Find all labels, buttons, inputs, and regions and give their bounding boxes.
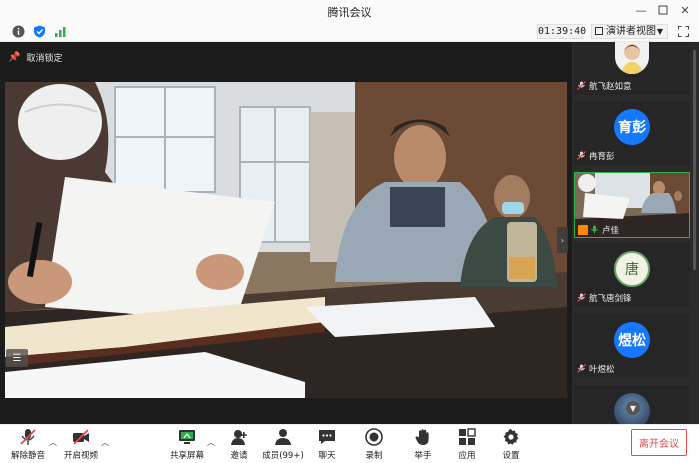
raise-hand-button[interactable]: 举手 (401, 428, 445, 461)
participant-avatar-photo (615, 42, 649, 74)
share-screen-button[interactable]: 共享屏幕 (165, 428, 209, 461)
apps-grid-icon (458, 428, 476, 446)
mic-muted-icon (577, 81, 586, 90)
close-icon[interactable]: ✕ (677, 2, 693, 18)
hand-icon (414, 428, 432, 446)
host-badge-icon (578, 224, 588, 235)
meeting-toolbar: 解除静音 ︿ 开启视频 ︿ 共享屏幕 ︿ 邀请 成员(99+) 聊天 录制 举手… (0, 424, 699, 463)
scroll-down-icon[interactable]: ▼ (626, 401, 640, 415)
participant-name: 卢佳 (602, 225, 620, 236)
participant-name: 航飞唐剑锋 (589, 293, 632, 304)
share-options-chevron-icon[interactable]: ︿ (207, 437, 215, 448)
minimize-icon[interactable]: — (633, 2, 649, 18)
participant-tile[interactable]: 唐 航飞唐剑锋 (574, 243, 690, 307)
meeting-room-video-frame (5, 82, 567, 398)
mic-muted-icon (577, 151, 586, 160)
participant-tile[interactable]: 育彭 冉育彭 (574, 101, 690, 165)
participant-tile-active[interactable]: 卢佳 (574, 172, 690, 238)
participant-name-bar: 卢佳 (578, 223, 619, 236)
leave-meeting-button[interactable]: 离开会议 (631, 429, 687, 456)
start-video-label: 开启视频 (63, 451, 98, 461)
view-mode-select[interactable]: 演讲者视图 ▼ (591, 24, 668, 39)
participant-list-toggle-button[interactable]: ☰ (6, 349, 28, 367)
unmute-label: 解除静音 (10, 451, 45, 461)
members-icon (274, 428, 292, 446)
share-screen-label: 共享屏幕 (169, 451, 204, 461)
start-video-button[interactable]: 开启视频 (59, 428, 103, 461)
meeting-timer: 01:39:40 (537, 24, 587, 39)
signal-strength-icon[interactable] (54, 25, 67, 38)
participant-name: 冉育彭 (589, 151, 615, 162)
mic-muted-icon (577, 364, 586, 373)
title-bar: 腾讯会议 — ✕ (0, 0, 699, 21)
scrollbar-thumb[interactable] (693, 50, 696, 270)
mic-speaking-icon (591, 225, 598, 234)
collapse-panel-icon[interactable]: › (557, 227, 568, 253)
video-options-chevron-icon[interactable]: ︿ (101, 437, 109, 448)
record-icon (365, 428, 383, 446)
unlock-pin-button[interactable]: 📌 取消锁定 (8, 49, 62, 65)
participant-name: 叶煜松 (589, 364, 615, 375)
mic-muted-icon (19, 428, 37, 446)
participant-avatar: 育彭 (614, 109, 650, 145)
window-title: 腾讯会议 (327, 6, 372, 19)
participant-panel-scrollbar[interactable] (692, 42, 697, 424)
maximize-icon[interactable] (655, 2, 671, 18)
raise-hand-label: 举手 (414, 451, 432, 461)
add-user-icon (230, 428, 248, 446)
invite-label: 邀请 (230, 451, 248, 461)
participant-name-bar: 叶煜松 (577, 362, 615, 375)
share-screen-icon (178, 428, 196, 446)
view-mode-label: 演讲者视图 (606, 26, 656, 37)
chat-label: 聊天 (318, 451, 336, 461)
security-shield-icon[interactable] (33, 25, 46, 38)
participant-avatar: 煜松 (614, 322, 650, 358)
members-label: 成员(99+) (262, 451, 304, 461)
pin-icon: 📌 (8, 51, 21, 63)
camera-off-icon (72, 428, 90, 446)
participant-name-bar: 航飞赵如意 (577, 79, 632, 92)
unmute-button[interactable]: 解除静音 (6, 428, 50, 461)
info-icon[interactable] (12, 25, 25, 38)
chat-button[interactable]: 聊天 (305, 428, 349, 461)
gear-icon (502, 428, 520, 446)
participant-tile[interactable]: 航飞赵如意 (574, 42, 690, 95)
chevron-down-icon: ▼ (656, 27, 663, 36)
apps-label: 应用 (458, 451, 476, 461)
participant-tile[interactable]: 煜松 叶煜松 (574, 314, 690, 378)
mic-muted-icon (577, 293, 586, 302)
layout-grid-icon (595, 27, 603, 35)
record-label: 录制 (365, 451, 383, 461)
members-button[interactable]: 成员(99+) (261, 428, 305, 461)
participant-name-bar: 航飞唐剑锋 (577, 291, 632, 304)
participant-avatar-logo: 唐 (614, 251, 650, 287)
record-button[interactable]: 录制 (352, 428, 396, 461)
unlock-label: 取消锁定 (26, 53, 63, 64)
main-video (5, 82, 567, 398)
settings-label: 设置 (502, 451, 520, 461)
settings-button[interactable]: 设置 (489, 428, 533, 461)
audio-options-chevron-icon[interactable]: ︿ (49, 437, 57, 448)
participant-name: 航飞赵如意 (589, 81, 632, 92)
participant-name-bar: 冉育彭 (577, 149, 615, 162)
invite-button[interactable]: 邀请 (217, 428, 261, 461)
status-bar: 01:39:40 演讲者视图 ▼ (0, 21, 699, 42)
apps-button[interactable]: 应用 (445, 428, 489, 461)
chat-icon (318, 428, 336, 446)
fullscreen-icon[interactable] (678, 26, 689, 37)
